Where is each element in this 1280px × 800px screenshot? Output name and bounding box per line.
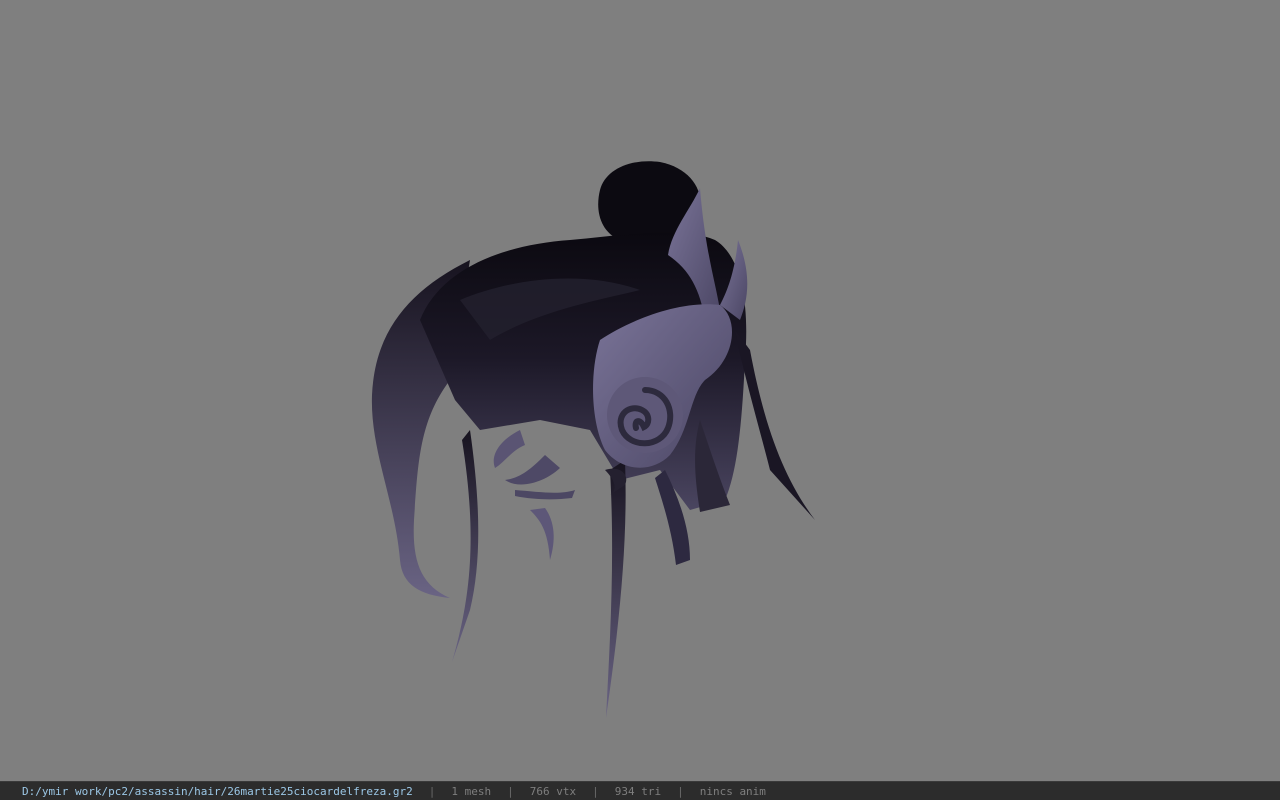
hair-curl-1	[493, 430, 525, 468]
file-path: D:/ymir work/pc2/assassin/hair/26martie2…	[22, 784, 413, 798]
status-separator: |	[677, 784, 684, 798]
status-bar: D:/ymir work/pc2/assassin/hair/26martie2…	[0, 781, 1280, 800]
hair-curl-4	[515, 490, 575, 500]
hair-strand-2	[606, 460, 626, 718]
triangle-count: 934 tri	[614, 784, 662, 798]
status-separator: |	[507, 784, 514, 798]
status-separator: |	[592, 784, 599, 798]
model-viewport[interactable]	[0, 0, 1280, 781]
hair-curl-2	[505, 455, 560, 485]
status-separator: |	[428, 784, 436, 798]
hair-curl-3	[530, 508, 554, 560]
hair-strand-1	[452, 430, 479, 662]
mesh-count: 1 mesh	[451, 784, 492, 798]
vertex-count: 766 vtx	[529, 784, 577, 798]
hair-strand-right-1	[735, 330, 815, 520]
hair-model-render	[371, 161, 815, 718]
animation-status: nincs anim	[699, 784, 766, 798]
